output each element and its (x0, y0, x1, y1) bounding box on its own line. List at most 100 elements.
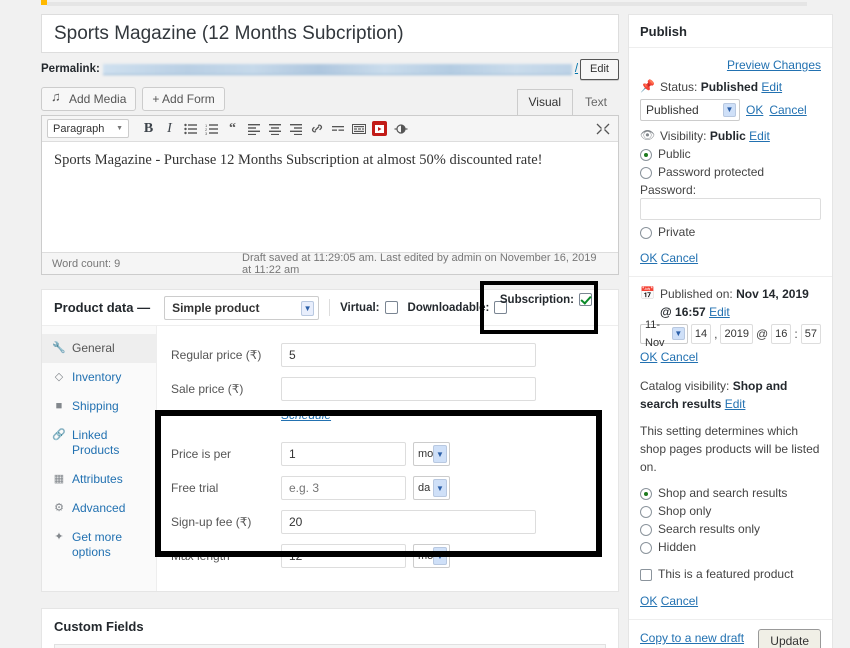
downloadable-checkbox-group[interactable]: Downloadable: (408, 301, 508, 314)
visibility-option-private[interactable]: Private (640, 224, 821, 241)
tab-advanced[interactable]: ⚙ Advanced (42, 494, 156, 523)
status-ok-link[interactable]: OK (746, 101, 763, 119)
visibility-option-public[interactable]: Public (640, 146, 821, 163)
fullscreen-icon[interactable] (592, 118, 613, 139)
align-center-icon[interactable] (264, 118, 285, 139)
subscription-checkbox[interactable] (579, 293, 592, 306)
featured-product-checkbox[interactable] (640, 568, 652, 581)
radio-password-protected[interactable] (640, 166, 652, 179)
regular-price-input[interactable] (281, 343, 536, 367)
visibility-cancel-link[interactable]: Cancel (661, 251, 698, 265)
product-type-select[interactable]: Simple product ▼ (164, 295, 320, 320)
visibility-ok-link[interactable]: OK (640, 251, 657, 265)
max-length-unit-select[interactable]: mo ▼ (413, 544, 450, 568)
radio-shop-and-search-results[interactable] (640, 487, 652, 500)
attributes-icon: ▦ (53, 473, 65, 485)
virtual-checkbox[interactable] (384, 301, 398, 314)
max-length-input[interactable] (281, 544, 406, 568)
update-button[interactable]: Update (758, 629, 821, 648)
virtual-label: Virtual: (340, 301, 380, 314)
bold-icon[interactable]: B (138, 118, 159, 139)
read-more-icon[interactable] (327, 118, 348, 139)
radio-search-results-only[interactable] (640, 523, 652, 536)
blockquote-icon[interactable]: “ (222, 118, 243, 139)
price-is-per-unit-select[interactable]: mo ▼ (413, 442, 450, 466)
tab-general-label: General (72, 341, 115, 355)
date-month-select[interactable]: 11-Nov ▼ (640, 319, 688, 349)
video-icon[interactable] (369, 118, 390, 139)
status-select[interactable]: Published ▼ (640, 99, 740, 121)
tab-shipping[interactable]: ■ Shipping (42, 392, 156, 421)
date-year-input[interactable]: 2019 (720, 324, 753, 344)
date-ok-link[interactable]: OK (640, 350, 657, 364)
featured-product-row[interactable]: This is a featured product (640, 566, 821, 583)
visibility-option-password[interactable]: Password protected (640, 164, 821, 181)
tab-linked-products-label: Linked Products (72, 428, 120, 457)
radio-public[interactable] (640, 148, 652, 161)
status-cancel-link[interactable]: Cancel (769, 101, 806, 119)
price-is-per-input[interactable] (281, 442, 406, 466)
visibility-text: Visibility: Public Edit (660, 127, 770, 145)
tab-get-more-options[interactable]: ✦ Get more options (42, 523, 156, 567)
radio-shop-only[interactable] (640, 505, 652, 518)
date-day-input[interactable]: 14 (690, 324, 712, 344)
date-hour-input[interactable]: 16 (771, 324, 792, 344)
align-left-icon[interactable] (243, 118, 264, 139)
radio-shop-only-label: Shop only (658, 504, 712, 518)
copy-to-new-draft-link[interactable]: Copy to a new draft (640, 631, 744, 645)
contrast-icon[interactable] (390, 118, 411, 139)
downloadable-label: Downloadable: (407, 301, 490, 314)
add-media-button[interactable]: Add Media (41, 87, 137, 111)
status-edit-link[interactable]: Edit (761, 80, 782, 94)
catalog-option-shop-only[interactable]: Shop only (640, 503, 821, 520)
visibility-edit-link[interactable]: Edit (749, 129, 770, 143)
tab-linked-products[interactable]: 🔗 Linked Products (42, 421, 156, 465)
date-cancel-link[interactable]: Cancel (661, 350, 698, 364)
align-right-icon[interactable] (285, 118, 306, 139)
virtual-checkbox-group[interactable]: Virtual: (340, 301, 398, 314)
radio-private[interactable] (640, 226, 652, 239)
schedule-link[interactable]: Schedule (157, 406, 618, 426)
post-title-box[interactable] (41, 14, 619, 53)
subscription-checkbox-group[interactable]: Subscription: (500, 293, 592, 306)
permalink-label: Permalink: (41, 63, 100, 75)
tab-text[interactable]: Text (573, 89, 619, 115)
link-icon[interactable] (306, 118, 327, 139)
editor-content-area[interactable]: Sports Magazine - Purchase 12 Months Sub… (42, 142, 618, 252)
italic-icon[interactable]: I (159, 118, 180, 139)
tab-visual[interactable]: Visual (516, 89, 573, 115)
date-minute-input[interactable]: 57 (800, 324, 821, 344)
free-trial-unit-select[interactable]: da ▼ (413, 476, 450, 500)
sale-price-input[interactable] (281, 377, 536, 401)
toolbar-toggle-icon[interactable] (348, 118, 369, 139)
catalog-cancel-link[interactable]: Cancel (661, 594, 698, 608)
radio-hidden[interactable] (640, 541, 652, 554)
add-form-label: + Add Form (152, 92, 215, 106)
paragraph-format-select[interactable]: Paragraph ▼ (47, 119, 129, 138)
permalink-url-redacted[interactable] (102, 63, 572, 75)
password-input[interactable] (640, 198, 821, 220)
numbered-list-icon[interactable]: 123 (201, 118, 222, 139)
media-icon (51, 89, 64, 106)
sidebar-column: Publish Preview Changes 📌 Status: Publis… (628, 14, 833, 648)
chevron-down-icon: ▼ (433, 445, 447, 463)
preview-changes-link[interactable]: Preview Changes (727, 58, 821, 72)
chevron-down-icon: ▼ (433, 479, 447, 497)
post-title-input[interactable] (52, 21, 608, 46)
catalog-ok-link[interactable]: OK (640, 594, 657, 608)
catalog-visibility-edit-link[interactable]: Edit (725, 397, 746, 411)
edit-permalink-button[interactable]: Edit (580, 58, 619, 80)
published-on-edit-link[interactable]: Edit (709, 305, 730, 319)
wordpress-product-edit-screen: Permalink: / Edit Add Media + Add Form V… (0, 0, 850, 648)
catalog-option-shop-and-search[interactable]: Shop and search results (640, 485, 821, 502)
free-trial-input[interactable] (281, 476, 406, 500)
tab-general[interactable]: 🔧 General (42, 334, 156, 363)
signup-fee-label: Sign-up fee (₹) (171, 515, 252, 529)
catalog-option-search-only[interactable]: Search results only (640, 521, 821, 538)
catalog-option-hidden[interactable]: Hidden (640, 539, 821, 556)
bulleted-list-icon[interactable] (180, 118, 201, 139)
add-form-button[interactable]: + Add Form (142, 87, 225, 111)
tab-attributes[interactable]: ▦ Attributes (42, 465, 156, 494)
tab-inventory[interactable]: ◇ Inventory (42, 363, 156, 392)
signup-fee-input[interactable] (281, 510, 536, 534)
